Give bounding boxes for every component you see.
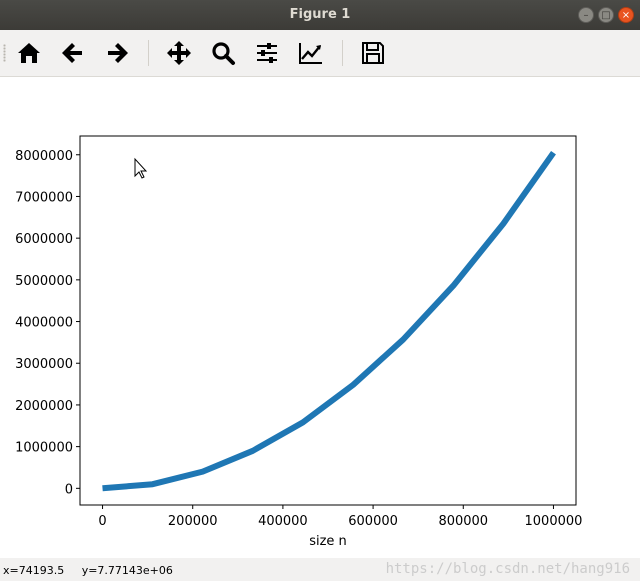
- arrow-left-icon: [62, 43, 82, 63]
- home-icon: [18, 43, 40, 63]
- y-tick-label: 6000000: [15, 232, 73, 247]
- x-tick-label: 600000: [348, 514, 398, 529]
- y-tick-label: 2000000: [15, 399, 73, 414]
- y-tick-label: 3000000: [15, 357, 73, 372]
- toolbar-separator: [148, 40, 149, 66]
- x-tick-label: 200000: [168, 514, 218, 529]
- x-tick-label: 800000: [438, 514, 488, 529]
- move-icon: [167, 41, 191, 65]
- home-button[interactable]: [14, 38, 44, 68]
- zoom-button[interactable]: [208, 38, 238, 68]
- close-button[interactable]: ×: [618, 7, 634, 23]
- window-title: Figure 1: [289, 7, 351, 22]
- status-bar: x=74193.5 y=7.77143e+06 https://blog.csd…: [0, 558, 640, 581]
- y-tick-label: 8000000: [15, 149, 73, 164]
- series-line: [102, 150, 556, 492]
- maximize-button[interactable]: □: [598, 7, 614, 23]
- toolbar-separator: [342, 40, 343, 66]
- y-tick-label: 4000000: [15, 316, 73, 331]
- floppy-disk-icon: [362, 42, 384, 64]
- magnifier-icon: [212, 42, 235, 65]
- x-readout: x=74193.5: [3, 564, 65, 577]
- mouse-cursor-icon: [134, 157, 148, 179]
- y-tick-label: 7000000: [15, 190, 73, 205]
- sliders-icon: [257, 43, 277, 63]
- y-readout: y=7.77143e+06: [81, 564, 173, 577]
- x-axis-label: size n: [309, 534, 347, 549]
- plot-frame: [79, 135, 577, 506]
- y-tick-label: 5000000: [15, 274, 73, 289]
- line-chart-icon: [299, 43, 322, 64]
- x-tick-label: 0: [98, 514, 106, 529]
- cursor-coordinates: x=74193.5 y=7.77143e+06: [3, 564, 173, 577]
- y-tick-label: 1000000: [15, 441, 73, 456]
- back-button[interactable]: [58, 38, 88, 68]
- toolbar-grip[interactable]: [3, 44, 6, 62]
- x-tick-label: 400000: [258, 514, 308, 529]
- x-tick-label: 1000000: [525, 514, 583, 529]
- forward-button[interactable]: [102, 38, 132, 68]
- figure-canvas[interactable]: 0 200000 400000 600000 800000 1000000 0 1000000…: [0, 77, 640, 558]
- minimize-button[interactable]: –: [578, 7, 594, 23]
- watermark: https://blog.csdn.net/hang916: [385, 561, 630, 577]
- arrow-right-icon: [108, 43, 128, 63]
- edit-axes-button[interactable]: [296, 38, 326, 68]
- save-button[interactable]: [358, 38, 388, 68]
- subplots-button[interactable]: [252, 38, 282, 68]
- line-chart: 0 200000 400000 600000 800000 1000000 0 1000000…: [15, 135, 583, 549]
- y-tick-label: 0: [65, 482, 73, 497]
- title-bar[interactable]: Figure 1 – □ ×: [0, 0, 640, 30]
- navigation-toolbar: [0, 30, 640, 77]
- figure-window: Figure 1 – □ × 0 200000 400000 600000 80…: [0, 0, 640, 581]
- pan-button[interactable]: [164, 38, 194, 68]
